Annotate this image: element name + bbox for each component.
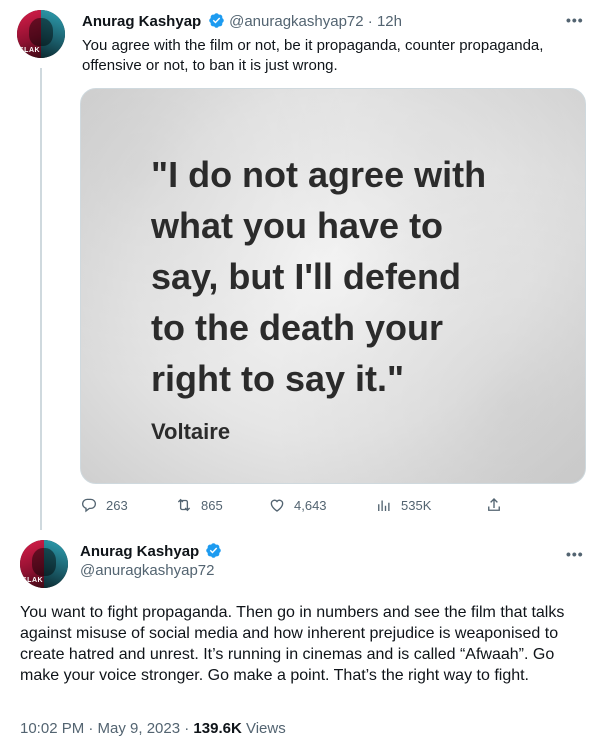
quote-text: "I do not agree with what you have to sa… [151,149,571,404]
quote-author: Voltaire [151,419,231,444]
quote-line: what you have to [151,205,444,246]
avatar[interactable]: SLAK [17,10,65,58]
tweet-text: You agree with the film or not, be it pr… [82,37,544,74]
tweet-text: You want to fight propaganda. Then go in… [20,604,565,684]
more-dots-icon[interactable]: ••• [566,12,584,28]
author-name[interactable]: Anurag Kashyap [80,542,222,560]
analytics-icon [378,500,390,511]
retweet-icon [177,498,191,512]
views-count: 535K [401,497,432,513]
tweet-actions-bar: 263 865 4,643 535K [80,496,580,518]
tweet-main[interactable]: SLAK Anurag Kashyap @anuragkashyap72 •••… [0,530,604,756]
share-icon [488,498,500,511]
heart-icon [270,499,284,512]
retweet-button[interactable]: 865 [175,496,223,514]
avatar[interactable]: SLAK [20,540,68,588]
more-dots-icon[interactable]: ••• [566,546,584,562]
like-button[interactable]: 4,643 [268,496,327,514]
tweet-image[interactable]: "I do not agree with what you have to sa… [80,88,586,484]
like-count: 4,643 [294,497,327,513]
avatar-tag-text: SLAK [19,47,41,54]
quote-line: "I do not agree with [151,154,487,195]
verified-badge-icon [206,543,222,558]
avatar-tag-text: SLAK [22,577,44,584]
tweet-header: Anurag Kashyap @anuragkashyap72 · 12h [82,12,402,31]
reply-icon [82,498,97,513]
author-handle[interactable]: @anuragkashyap72 [80,562,222,579]
thread-connector-line [40,68,42,530]
quote-line: right to say it." [151,358,405,399]
tweet-parent[interactable]: SLAK Anurag Kashyap @anuragkashyap72 · 1… [0,0,604,530]
views-button[interactable]: 535K [375,496,431,514]
retweet-count: 865 [201,497,223,513]
author-handle[interactable]: @anuragkashyap72 [229,13,364,30]
author-name[interactable]: Anurag Kashyap [82,13,201,30]
quote-line: say, but I'll defend [151,256,461,297]
reply-count: 263 [106,497,128,513]
header-separator: · [363,13,377,30]
verified-badge-icon [208,13,224,28]
share-button[interactable] [485,496,511,514]
tweet-time[interactable]: 12h [377,13,402,30]
quote-line: to the death your [151,307,444,348]
tweet-meta: 10:02 PM · May 9, 2023 · 139.6K Views [20,720,286,737]
views-label: Views [241,720,286,737]
reply-button[interactable]: 263 [80,496,128,514]
author-name-text: Anurag Kashyap [80,543,200,560]
views-count: 139.6K [193,720,242,737]
tweet-timestamp[interactable]: 10:02 PM · May 9, 2023 · [20,720,193,737]
tweet-header: Anurag Kashyap @anuragkashyap72 [80,542,222,579]
